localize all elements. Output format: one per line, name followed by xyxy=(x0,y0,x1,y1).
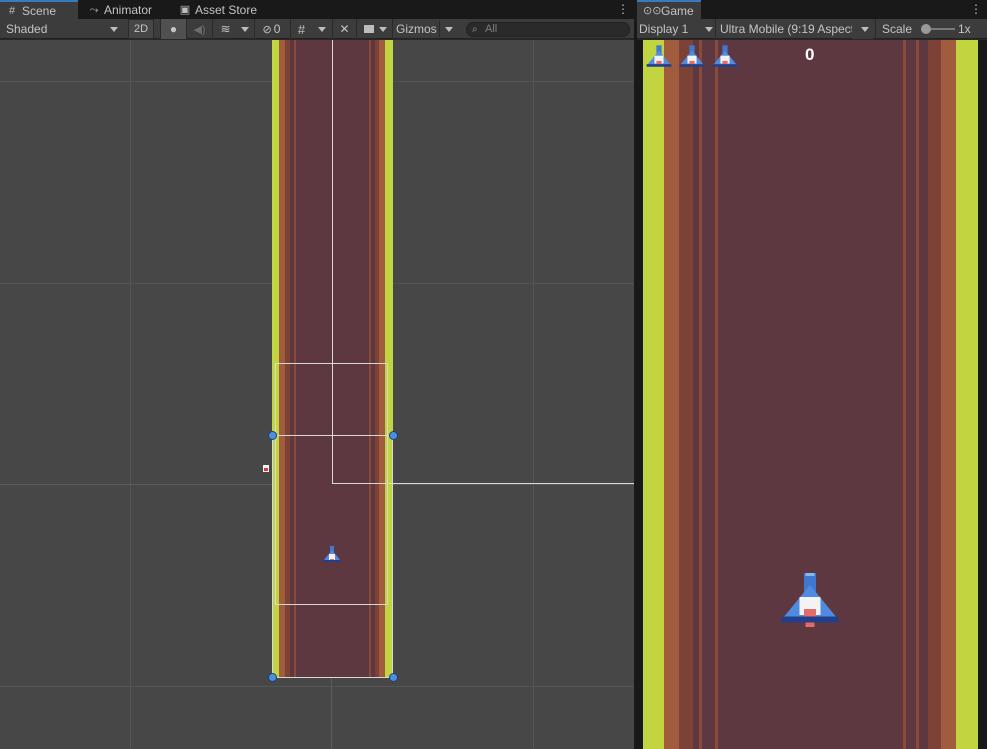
chevron-down-icon xyxy=(318,27,326,32)
hierarchy-search-input[interactable]: ⌕ All xyxy=(466,22,630,37)
gizmos-dropdown[interactable]: Gizmos xyxy=(392,19,456,39)
life-ship-icon xyxy=(712,45,738,67)
audio-source-gizmo-icon[interactable] xyxy=(262,464,270,473)
player-ship-sprite[interactable] xyxy=(322,545,342,565)
store-bag-icon: ▣ xyxy=(179,3,191,16)
layers-icon: ≋ xyxy=(220,22,231,36)
tab-game-label: Game xyxy=(661,4,694,18)
game-tabbar: ⊙⊙ Game ⋮ xyxy=(637,0,987,20)
grass-left xyxy=(643,40,665,749)
game-background xyxy=(643,40,978,749)
stripe-left xyxy=(699,40,702,749)
gizmos-label: Gizmos xyxy=(396,22,437,36)
toggle-2d-button[interactable]: 2D xyxy=(128,19,154,39)
animator-icon: ⤳ xyxy=(89,3,99,16)
dirt-left xyxy=(664,40,680,749)
audio-toggle-button[interactable]: ◀) xyxy=(186,19,212,39)
search-icon: ⌕ xyxy=(472,24,478,35)
tab-scene-label: Scene xyxy=(22,4,57,18)
game-viewport[interactable]: 0 xyxy=(637,40,987,749)
dirt-right-dark xyxy=(928,40,942,749)
chevron-down-icon xyxy=(379,27,387,32)
camera-icon xyxy=(364,25,374,33)
scene-menu-kebab-icon[interactable]: ⋮ xyxy=(617,2,629,16)
camera-button[interactable] xyxy=(356,19,390,39)
aspect-dropdown[interactable]: Ultra Mobile (9:19 Aspect) xyxy=(715,19,873,39)
dirt-left-dark xyxy=(679,40,693,749)
grid-snap-toggle[interactable]: # xyxy=(290,19,312,39)
game-menu-kebab-icon[interactable]: ⋮ xyxy=(970,2,982,16)
grid-line xyxy=(533,40,534,749)
scene-toolbar: Shaded 2D ● ◀) ≋ ⊘ 0 # ✕ Gizmos ⌕ All xyxy=(0,19,634,39)
hidden-objects-toggle[interactable]: ⊘ 0 xyxy=(254,19,288,39)
scale-value: 1x xyxy=(958,22,971,36)
gizmos-divider xyxy=(439,21,440,37)
rect-handle-top-left[interactable] xyxy=(268,431,277,440)
hidden-count: 0 xyxy=(273,22,281,36)
scale-label: Scale xyxy=(882,22,913,36)
aspect-value: Ultra Mobile (9:19 Aspect) xyxy=(720,22,859,36)
stripe-right-2 xyxy=(903,40,906,749)
tools-button[interactable]: ✕ xyxy=(332,19,356,39)
rect-handle-bottom-left[interactable] xyxy=(268,673,277,682)
grid-snap-icon: # xyxy=(297,21,306,37)
player-ship xyxy=(781,573,839,627)
draw-mode-dropdown[interactable]: Shaded xyxy=(6,19,122,39)
effects-toggle-button[interactable]: ≋ xyxy=(212,19,238,39)
score-label: 0 xyxy=(805,45,815,64)
effects-dropdown[interactable] xyxy=(238,19,252,39)
grid-icon: # xyxy=(8,5,16,17)
rect-handle-top-right[interactable] xyxy=(389,431,398,440)
grid-line xyxy=(130,40,131,749)
stripe-left-2 xyxy=(715,40,718,749)
scale-slider-thumb[interactable] xyxy=(921,24,931,34)
tab-animator[interactable]: ⤳ Animator xyxy=(82,0,172,19)
chevron-down-icon xyxy=(241,27,249,32)
grid-snap-dropdown[interactable] xyxy=(312,19,330,39)
game-panel: ⊙⊙ Game ⋮ Display 1 Ultra Mobile (9:19 A… xyxy=(637,0,987,749)
chevron-down-icon xyxy=(110,27,118,32)
draw-mode-value: Shaded xyxy=(6,22,48,36)
display-dropdown[interactable]: Display 1 xyxy=(639,19,715,39)
game-toolbar: Display 1 Ultra Mobile (9:19 Aspect) Sca… xyxy=(637,19,987,39)
tab-game[interactable]: ⊙⊙ Game xyxy=(637,0,701,20)
stripe-right xyxy=(916,40,919,749)
tab-animator-label: Animator xyxy=(104,2,153,17)
grid-line xyxy=(0,686,634,687)
scale-control[interactable]: Scale 1x xyxy=(875,19,987,39)
dirt-right xyxy=(941,40,957,749)
tools-icon: ✕ xyxy=(339,22,350,36)
grass-right xyxy=(956,40,978,749)
scene-viewport[interactable] xyxy=(0,40,634,749)
life-ship-icon xyxy=(646,45,672,67)
tab-asset-store-label: Asset Store xyxy=(195,2,258,17)
life-ship-icon xyxy=(679,45,705,67)
chevron-down-icon xyxy=(705,27,713,32)
tab-asset-store[interactable]: ▣ Asset Store xyxy=(173,0,273,19)
toggle-2d-label: 2D xyxy=(133,23,149,35)
chevron-down-icon xyxy=(861,27,869,32)
gamepad-icon: ⊙⊙ xyxy=(643,5,662,17)
display-value: Display 1 xyxy=(639,22,689,36)
tab-scene[interactable]: # Scene xyxy=(0,0,78,20)
speaker-icon: ◀) xyxy=(193,23,206,36)
search-placeholder: All xyxy=(485,23,498,35)
scene-tabbar: # Scene ⤳ Animator ▣ Asset Store ⋮ xyxy=(0,0,634,20)
rect-handle-bottom-right[interactable] xyxy=(389,673,398,682)
chevron-down-icon xyxy=(445,27,453,32)
lightbulb-icon: ● xyxy=(169,22,178,36)
eye-slash-icon: ⊘ xyxy=(262,23,272,36)
scene-panel: # Scene ⤳ Animator ▣ Asset Store ⋮ Shade… xyxy=(0,0,634,749)
lighting-toggle-button[interactable]: ● xyxy=(160,19,186,39)
